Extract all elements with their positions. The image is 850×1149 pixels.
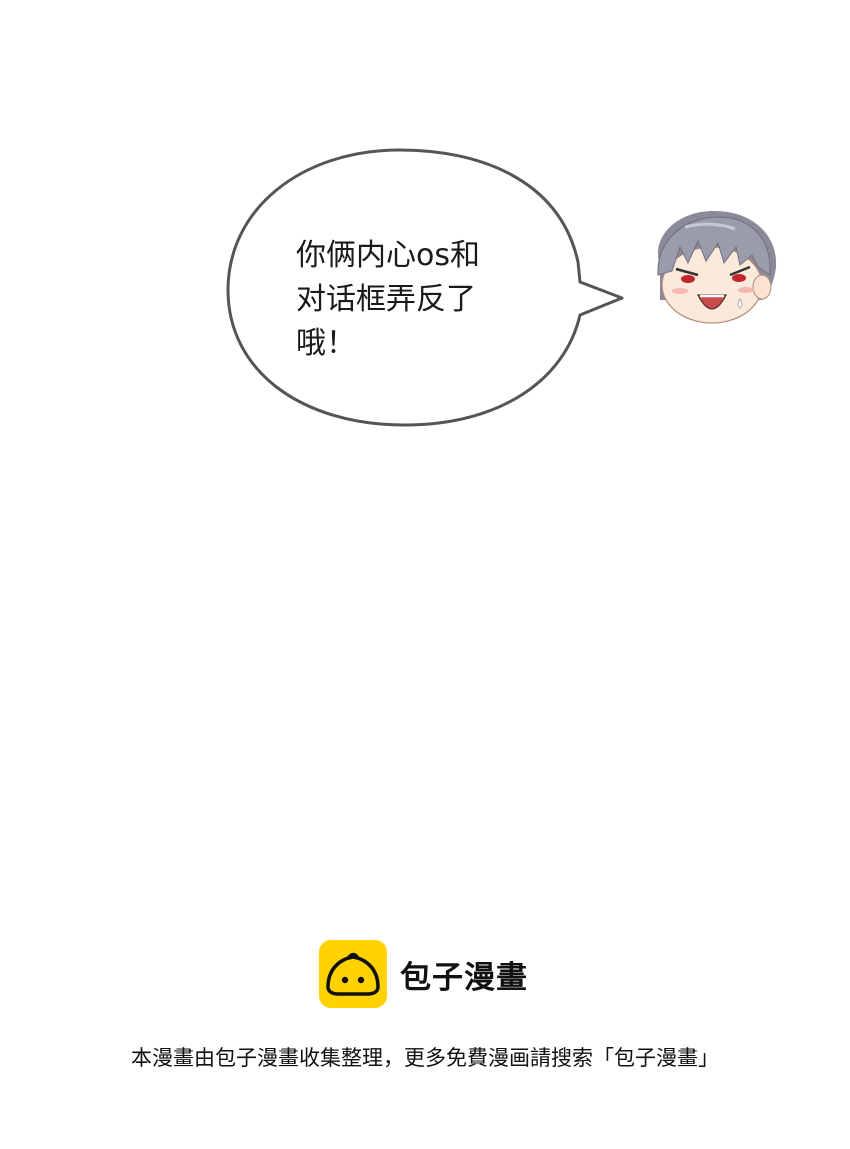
comic-panel: 你俩内心os和 对话框弄反了 哦！ xyxy=(0,0,850,900)
steamed-bun-icon xyxy=(319,940,387,1008)
speech-bubble-text: 你俩内心os和 对话框弄反了 哦！ xyxy=(296,234,546,366)
watermark-footer: 包子漫畫 本漫畫由包子漫畫收集整理，更多免費漫画請搜索「包子漫畫」 xyxy=(0,935,850,1149)
speech-line: 你俩内心os和 xyxy=(296,238,480,273)
speech-line: 对话框弄反了 xyxy=(296,282,476,317)
chibi-boy-face-icon xyxy=(657,210,777,324)
brand-logo: 包子漫畫 xyxy=(318,938,528,1010)
brand-name: 包子漫畫 xyxy=(400,959,528,996)
watermark-notice: 本漫畫由包子漫畫收集整理，更多免費漫画請搜索「包子漫畫」 xyxy=(131,1046,719,1070)
speech-line: 哦！ xyxy=(296,326,356,361)
